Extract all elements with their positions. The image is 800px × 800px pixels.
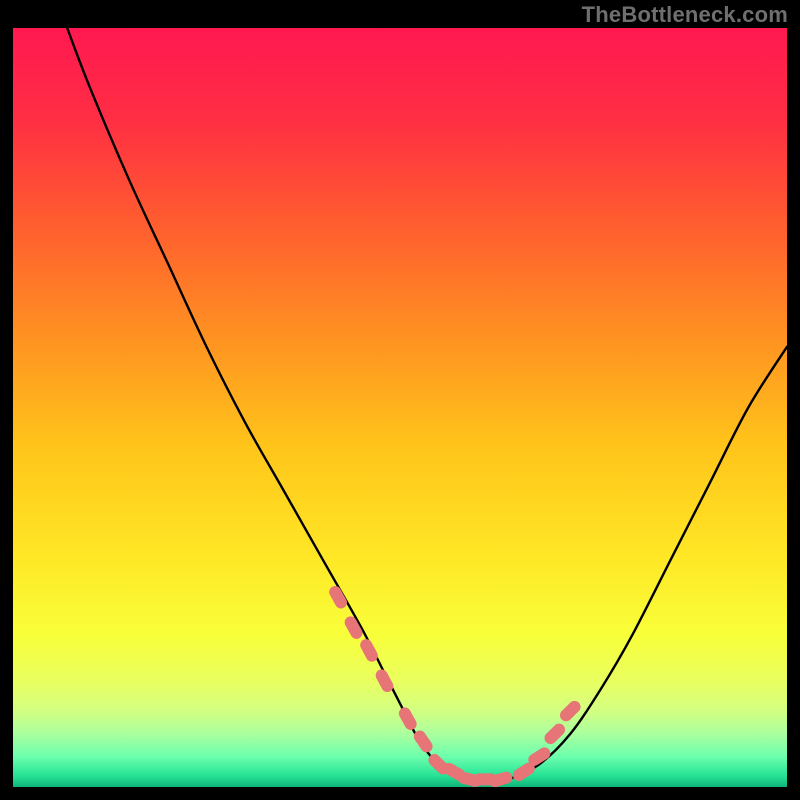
watermark-text: TheBottleneck.com bbox=[582, 2, 788, 28]
plot-area bbox=[13, 28, 787, 787]
chart-frame: TheBottleneck.com bbox=[0, 0, 800, 800]
chart-svg bbox=[13, 28, 787, 787]
gradient-background bbox=[13, 28, 787, 787]
